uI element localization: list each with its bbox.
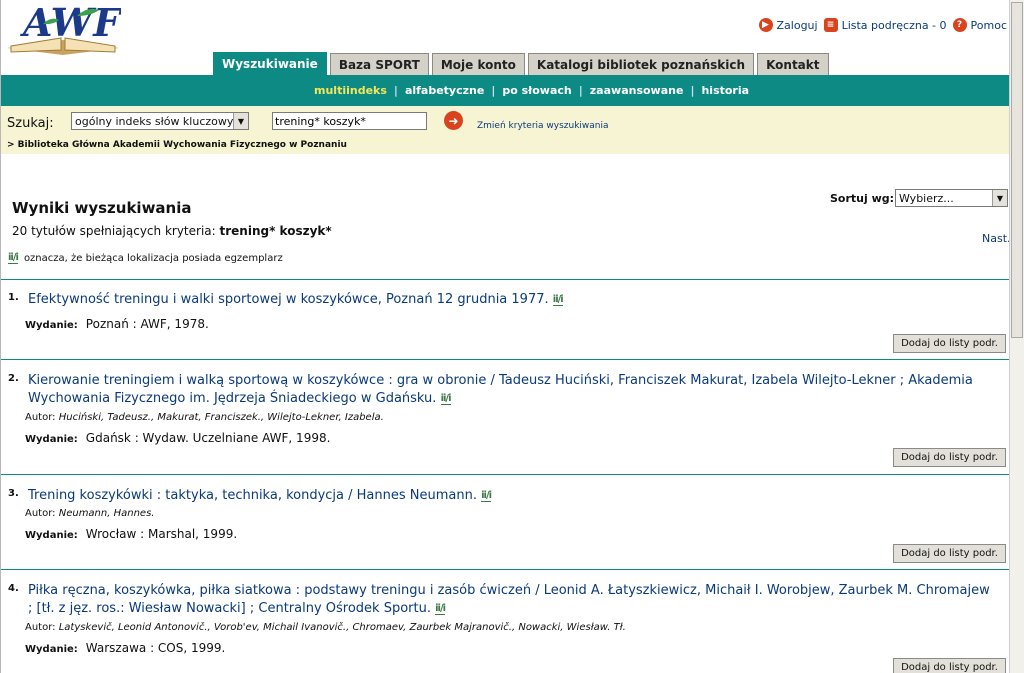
index-select[interactable]: ogólny indeks słów kluczowych ▼ (71, 112, 249, 130)
holding-icon: ii/i (440, 392, 452, 405)
record-number: 1. (8, 292, 19, 303)
help-link[interactable]: ? Pomoc (952, 18, 1007, 32)
holding-icon: ii/i (481, 489, 492, 502)
main-tabs: Wyszukiwanie Baza SPORT Moje konto Katal… (213, 52, 829, 75)
next-page-link[interactable]: Nast. (982, 232, 1009, 245)
record-number: 3. (8, 488, 19, 499)
subnav-by-words[interactable]: po słowach (495, 84, 578, 97)
divider (1, 359, 1009, 360)
search-input[interactable] (272, 112, 427, 130)
record-title[interactable]: Kierowanie treningiem i walką sportową w… (28, 372, 998, 408)
record-title[interactable]: Trening koszykówki : taktyka, technika, … (28, 487, 998, 505)
tab-sport-base[interactable]: Baza SPORT (329, 53, 429, 75)
logo-text: AWF (20, 0, 121, 45)
record-author: Autor: Huciński, Tadeusz., Makurat, Fran… (25, 412, 384, 423)
tab-poznan-catalogs[interactable]: Katalogi bibliotek poznańskich (527, 53, 755, 75)
search-label: Szukaj: (7, 116, 54, 131)
search-bar: Szukaj: ogólny indeks słów kluczowych ▼ … (1, 106, 1009, 154)
holding-icon: ii/i (435, 602, 446, 615)
add-to-list-button[interactable]: Dodaj do listy podr. (893, 658, 1006, 673)
dropdown-arrow-icon: ▼ (233, 113, 248, 129)
results-count: 20 tytułów spełniających kryteria: treni… (12, 224, 332, 238)
play-icon: ▶ (758, 18, 773, 32)
catalog-page: AWF ▶ Zaloguj ≡ Lista podręczna - 0 ? Po… (0, 0, 1009, 673)
record-title[interactable]: Efektywność treningu i walki sportowej w… (28, 291, 998, 309)
holding-icon: ii/i (8, 252, 19, 264)
vertical-scrollbar[interactable] (1009, 0, 1024, 673)
tab-my-account[interactable]: Moje konto (431, 53, 525, 75)
breadcrumb: > Biblioteka Główna Akademii Wychowania … (7, 140, 347, 150)
scrollbar-thumb[interactable] (1011, 2, 1023, 338)
sort-select[interactable]: Wybierz... ▼ (895, 189, 1008, 207)
tab-contact[interactable]: Kontakt (757, 53, 829, 75)
subnav-multiindex[interactable]: multiindeks (312, 84, 394, 97)
record-author: Autor: Neumann, Hannes. (25, 508, 155, 519)
dropdown-arrow-icon: ▼ (992, 190, 1007, 206)
holding-legend: ii/i oznacza, że bieżąca lokalizacja pos… (8, 252, 283, 264)
add-to-list-button[interactable]: Dodaj do listy podr. (893, 448, 1006, 467)
results-title: Wyniki wyszukiwania (12, 199, 192, 217)
record-title[interactable]: Piłka ręczna, koszykówka, piłka siatkowa… (28, 582, 998, 618)
record-edition: Wydanie: Warszawa : COS, 1999. (25, 641, 226, 655)
divider (1, 474, 1009, 475)
record-author: Autor: Latyskevič, Leonid Antonovič., Vo… (25, 622, 626, 633)
top-links: ▶ Zaloguj ≡ Lista podręczna - 0 ? Pomoc (758, 18, 1007, 32)
record-edition: Wydanie: Poznań : AWF, 1978. (25, 317, 209, 331)
tab-search[interactable]: Wyszukiwanie (213, 52, 327, 75)
divider (1, 279, 1009, 280)
add-to-list-button[interactable]: Dodaj do listy podr. (893, 544, 1006, 563)
question-icon: ? (952, 18, 967, 32)
search-mode-bar: multiindeks | alfabetyczne | po słowach … (1, 75, 1009, 106)
record-edition: Wydanie: Wrocław : Marshal, 1999. (25, 527, 238, 541)
arrow-right-icon: ➜ (448, 113, 459, 128)
subnav-alphabetic[interactable]: alfabetyczne (398, 84, 491, 97)
bookbag-link[interactable]: ≡ Lista podręczna - 0 (823, 18, 947, 32)
sort-label: Sortuj wg: (830, 192, 895, 205)
change-criteria-link[interactable]: Zmień kryteria wyszukiwania (477, 121, 609, 131)
record-number: 2. (8, 373, 19, 384)
list-icon: ≡ (823, 18, 838, 32)
record-number: 4. (8, 583, 19, 594)
record-edition: Wydanie: Gdańsk : Wydaw. Uczelniane AWF, … (25, 431, 331, 445)
login-link[interactable]: ▶ Zaloguj (758, 18, 818, 32)
divider (1, 569, 1009, 570)
holding-icon: ii/i (552, 293, 564, 306)
awf-logo[interactable]: AWF (3, 0, 123, 56)
subnav-advanced[interactable]: zaawansowane (583, 84, 691, 97)
add-to-list-button[interactable]: Dodaj do listy podr. (893, 334, 1006, 353)
subnav-history[interactable]: historia (694, 84, 756, 97)
search-go-button[interactable]: ➜ (444, 111, 463, 130)
